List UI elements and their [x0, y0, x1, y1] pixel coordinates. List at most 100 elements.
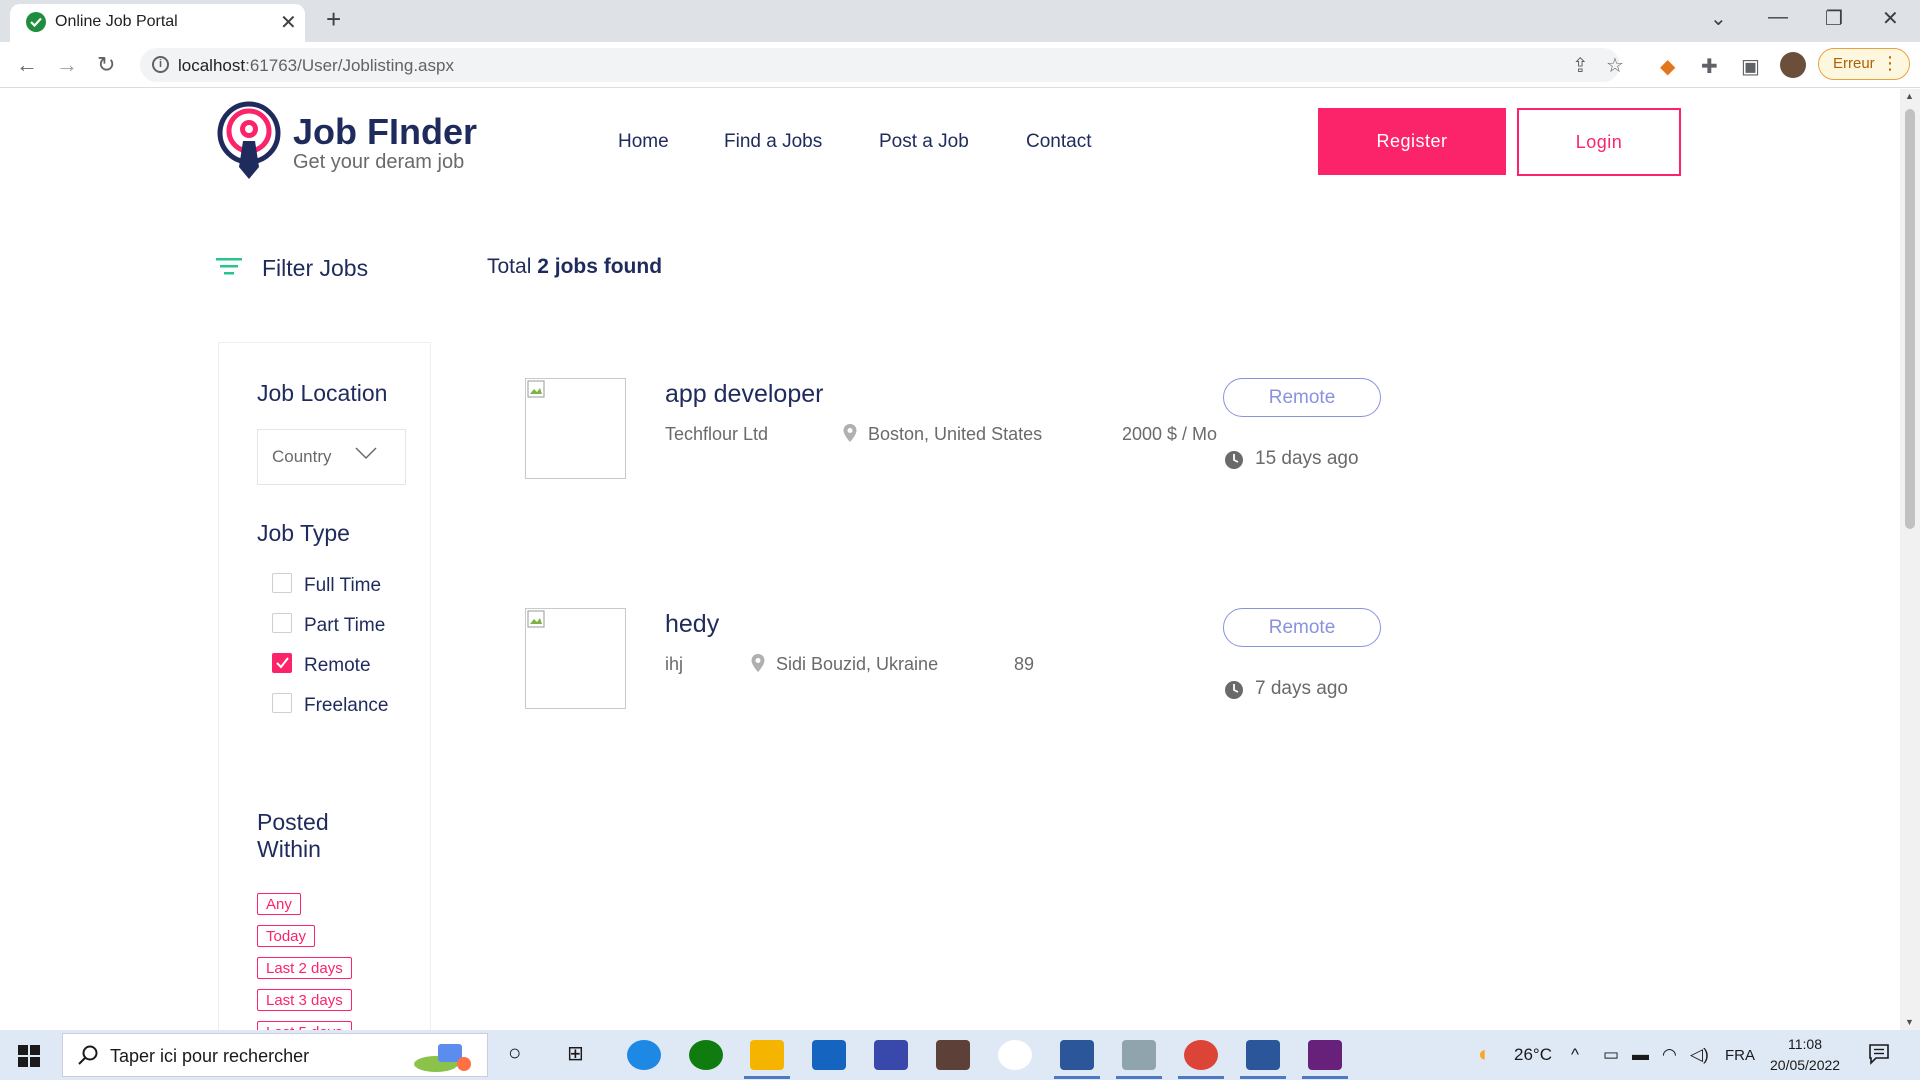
- word-icon[interactable]: [1060, 1040, 1094, 1070]
- nav-home[interactable]: Home: [618, 131, 669, 153]
- star-icon[interactable]: ☆: [1606, 53, 1624, 78]
- checkbox-label: Freelance: [304, 695, 389, 716]
- forward-arrow-icon[interactable]: →: [56, 52, 78, 78]
- scroll-thumb[interactable]: [1905, 109, 1915, 529]
- job-listing-item: app developer Techflour Ltd Boston, Unit…: [525, 378, 1385, 498]
- active-indicator: [1302, 1076, 1348, 1079]
- checkbox-box[interactable]: [272, 573, 292, 593]
- more-vert-icon[interactable]: ⋮: [1881, 53, 1899, 74]
- xbox-icon[interactable]: [689, 1040, 723, 1070]
- error-chip[interactable]: Erreur ⋮: [1818, 48, 1910, 80]
- app-w-icon[interactable]: [998, 1040, 1032, 1070]
- temperature[interactable]: 26°C: [1514, 1045, 1552, 1065]
- scroll-up-icon[interactable]: ▲: [1905, 91, 1914, 101]
- weather-sun-icon[interactable]: ◐: [1478, 1041, 1491, 1067]
- edge-icon[interactable]: [627, 1040, 661, 1070]
- visual-studio-icon[interactable]: [1308, 1040, 1342, 1070]
- cortana-circle-icon[interactable]: ○: [508, 1040, 521, 1066]
- checkmark-icon: [276, 657, 289, 669]
- chrome-icon[interactable]: [1184, 1040, 1218, 1070]
- company-name: ihj: [665, 654, 684, 674]
- posted-any-tag[interactable]: Any: [257, 893, 301, 915]
- browser-tab[interactable]: Online Job Portal ✕: [10, 4, 305, 42]
- posted-today-tag[interactable]: Today: [257, 925, 316, 947]
- posted-last-5-days-tag[interactable]: Last 5 days: [257, 1021, 352, 1030]
- search-placeholder: Taper ici pour rechercher: [110, 1046, 310, 1066]
- clock-time[interactable]: 11:08: [1788, 1036, 1822, 1052]
- volume-icon[interactable]: ◁): [1690, 1045, 1709, 1065]
- checkbox-label: Remote: [304, 655, 371, 676]
- close-window-icon[interactable]: ✕: [1882, 6, 1899, 31]
- active-indicator: [1054, 1076, 1100, 1079]
- checkbox-box-checked[interactable]: [272, 653, 292, 673]
- filter-sidebar: Job Location Country Job Type Full Time …: [218, 342, 431, 1030]
- new-tab-plus-icon[interactable]: +: [326, 6, 341, 32]
- meet-icon[interactable]: ▭: [1603, 1045, 1619, 1065]
- posted-within-heading: Posted Within: [257, 809, 329, 862]
- filter-jobs-label: Filter Jobs: [262, 255, 369, 281]
- location-pin-icon: [751, 654, 765, 672]
- task-view-icon[interactable]: ⊞: [567, 1041, 584, 1066]
- side-panel-icon[interactable]: ▣: [1741, 54, 1760, 79]
- app-blue-icon[interactable]: [1122, 1040, 1156, 1070]
- broken-image-icon: [527, 610, 545, 628]
- company-logo-image[interactable]: [525, 608, 626, 709]
- language-indicator[interactable]: FRA: [1725, 1047, 1755, 1064]
- restore-icon[interactable]: ❐: [1825, 6, 1843, 31]
- address-bar[interactable]: i localhost:61763/User/Joblisting.aspx ⇪…: [140, 48, 1624, 82]
- job-title[interactable]: app developer: [665, 380, 823, 409]
- file-explorer-icon[interactable]: [750, 1040, 784, 1070]
- minimize-icon[interactable]: —: [1768, 6, 1788, 29]
- page-content: Job FInder Get your deram job Home Find …: [0, 89, 1900, 1030]
- taskbar-search[interactable]: Taper ici pour rechercher: [62, 1033, 488, 1077]
- job-type-badge[interactable]: Remote: [1223, 608, 1381, 647]
- posted-last-3-days-tag[interactable]: Last 3 days: [257, 989, 352, 1011]
- chevron-down-icon: [355, 447, 377, 460]
- clock-icon: [1225, 451, 1243, 469]
- location-pin-icon: [843, 424, 857, 442]
- nav-find-jobs[interactable]: Find a Jobs: [724, 131, 822, 153]
- company-logo-image[interactable]: [525, 378, 626, 479]
- nav-post-job[interactable]: Post a Job: [879, 131, 969, 153]
- posted-last-2-days-tag[interactable]: Last 2 days: [257, 957, 352, 979]
- vscode-like-icon[interactable]: [874, 1040, 908, 1070]
- page-scrollbar[interactable]: ▲ ▼: [1900, 89, 1920, 1030]
- clock-icon: [1225, 681, 1243, 699]
- share-icon[interactable]: ⇪: [1572, 53, 1589, 78]
- windows-taskbar: Taper ici pour rechercher ○ ⊞ ◐ 26°C ^ ▭…: [0, 1030, 1920, 1080]
- metamask-fox-icon[interactable]: ◆: [1660, 54, 1675, 79]
- browser-toolbar: ← → ↻ i localhost:61763/User/Joblisting.…: [0, 42, 1920, 88]
- scroll-down-icon[interactable]: ▼: [1905, 1017, 1914, 1027]
- close-icon[interactable]: ✕: [280, 10, 297, 35]
- info-icon[interactable]: i: [152, 56, 169, 73]
- active-indicator: [1116, 1076, 1162, 1079]
- puzzle-extensions-icon[interactable]: ✚: [1701, 54, 1718, 79]
- reload-icon[interactable]: ↻: [97, 52, 115, 78]
- notification-icon[interactable]: [1868, 1043, 1892, 1065]
- job-type-badge[interactable]: Remote: [1223, 378, 1381, 417]
- clock-date[interactable]: 20/05/2022: [1770, 1057, 1840, 1073]
- search-icon: [78, 1045, 98, 1065]
- word-doc-icon[interactable]: [1246, 1040, 1280, 1070]
- wifi-icon[interactable]: ◠: [1662, 1045, 1677, 1065]
- country-select[interactable]: Country: [257, 429, 406, 485]
- job-salary: 2000 $ / Mo: [1122, 424, 1218, 444]
- register-button[interactable]: Register: [1318, 108, 1506, 175]
- nav-contact[interactable]: Contact: [1026, 131, 1091, 153]
- windows-start-icon[interactable]: [18, 1045, 40, 1067]
- active-indicator: [1240, 1076, 1286, 1079]
- profile-avatar[interactable]: [1780, 52, 1806, 78]
- tray-chevron-up-icon[interactable]: ^: [1571, 1045, 1579, 1065]
- browser-tabstrip: Online Job Portal ✕ + ⌄ — ❐ ✕: [0, 0, 1920, 42]
- back-arrow-icon[interactable]: ←: [16, 52, 38, 78]
- mail-icon[interactable]: [812, 1040, 846, 1070]
- chevron-down-icon[interactable]: ⌄: [1710, 6, 1727, 31]
- search-highlight-icon: [414, 1044, 471, 1072]
- package-icon[interactable]: [936, 1040, 970, 1070]
- login-button[interactable]: Login: [1517, 108, 1681, 176]
- checkbox-box[interactable]: [272, 693, 292, 713]
- job-title[interactable]: hedy: [665, 610, 719, 639]
- checkbox-label: Part Time: [304, 615, 386, 636]
- checkbox-box[interactable]: [272, 613, 292, 633]
- battery-icon[interactable]: ▬: [1632, 1045, 1649, 1065]
